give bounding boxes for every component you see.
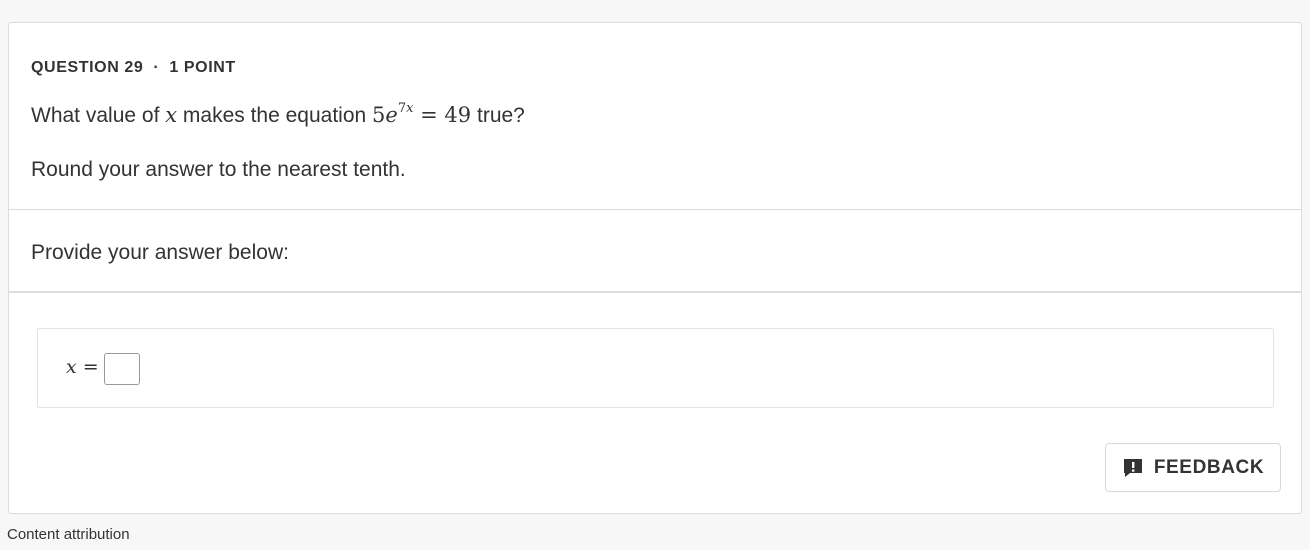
equation-coefficient: 5 (372, 103, 386, 127)
question-number: QUESTION 29 (31, 59, 144, 76)
header-separator: · (153, 59, 160, 76)
answer-label: x = (66, 356, 99, 378)
prompt-suffix: true? (471, 104, 525, 127)
feedback-button[interactable]: FEEDBACK (1105, 443, 1281, 492)
prompt-prefix: What value of (31, 104, 166, 127)
content-attribution-link[interactable]: Content attribution (7, 526, 130, 543)
answer-box: x = (37, 328, 1274, 408)
answer-input[interactable] (104, 353, 140, 385)
feedback-label: FEEDBACK (1153, 456, 1265, 478)
divider (9, 209, 1301, 210)
question-header: QUESTION 29 · 1 POINT (31, 59, 236, 77)
divider (9, 291, 1301, 293)
equation-exponent: 7x (397, 101, 414, 116)
equation-rhs: = 49 (413, 103, 472, 127)
equation-base: e (385, 103, 398, 127)
question-points: 1 POINT (169, 59, 236, 76)
answer-heading: Provide your answer below: (31, 241, 289, 264)
feedback-exclamation-icon (1122, 457, 1144, 479)
prompt-variable: x (165, 103, 178, 127)
prompt-middle: makes the equation (177, 104, 373, 127)
question-card: QUESTION 29 · 1 POINT What value of x make… (8, 22, 1302, 514)
question-prompt: What value of x makes the equation 5e7x … (31, 101, 525, 128)
equation: 5e7x = 49 (372, 101, 472, 127)
question-instruction: Round your answer to the nearest tenth. (31, 158, 406, 181)
